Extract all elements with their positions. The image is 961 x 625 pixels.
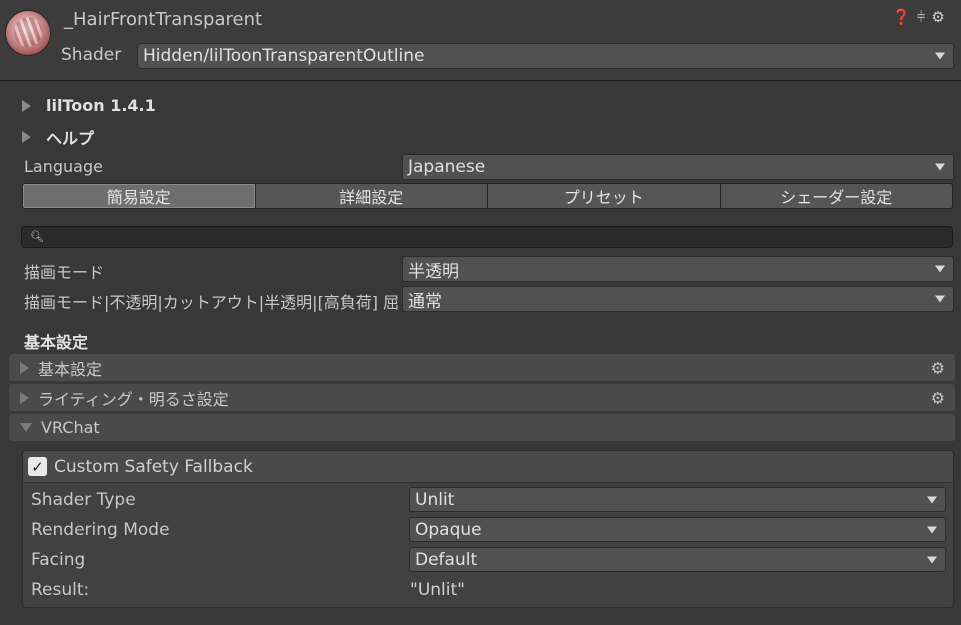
chevron-down-icon bbox=[927, 526, 937, 533]
result-label: Result: bbox=[31, 580, 90, 600]
foldout-help[interactable]: ヘルプ bbox=[22, 125, 94, 149]
shader-dropdown[interactable]: Hidden/lilToonTransparentOutline bbox=[137, 43, 954, 69]
render-mode-value: 半透明 bbox=[408, 261, 459, 282]
foldout-help-label: ヘルプ bbox=[46, 129, 95, 148]
triangle-down-icon bbox=[20, 423, 32, 432]
tab-shader-settings[interactable]: シェーダー設定 bbox=[720, 184, 952, 208]
gear-icon[interactable]: ⚙ bbox=[931, 358, 945, 377]
rendering-mode-dropdown[interactable]: Opaque bbox=[409, 517, 946, 542]
triangle-right-icon bbox=[20, 391, 29, 404]
foldout-version-label: lilToon 1.4.1 bbox=[46, 96, 156, 115]
chevron-down-icon bbox=[927, 556, 937, 563]
search-input[interactable] bbox=[21, 226, 953, 248]
tab-advanced-settings[interactable]: 詳細設定 bbox=[255, 184, 488, 208]
gear-icon[interactable]: ⚙ bbox=[931, 8, 944, 26]
section-lighting-settings-label: ライティング・明るさ設定 bbox=[38, 389, 229, 409]
shader-type-label: Shader Type bbox=[31, 490, 136, 510]
section-lighting-settings[interactable]: ライティング・明るさ設定 ⚙ bbox=[9, 384, 955, 411]
render-mode-dropdown[interactable]: 半透明 bbox=[402, 256, 954, 282]
header-icons: ❓ ⫩ ⚙ bbox=[892, 8, 945, 26]
facing-label: Facing bbox=[31, 550, 86, 570]
language-dropdown-value: Japanese bbox=[408, 157, 486, 177]
render-mode-detail-label: 描画モード|不透明|カットアウト|半透明|[高負荷] 屈 bbox=[24, 293, 400, 312]
triangle-right-icon bbox=[20, 361, 29, 374]
help-icon[interactable]: ❓ bbox=[892, 8, 911, 26]
custom-safety-fallback-checkbox[interactable]: ✓ bbox=[28, 457, 47, 476]
chevron-down-icon bbox=[935, 295, 945, 303]
rendering-mode-value: Opaque bbox=[415, 519, 482, 540]
render-mode-label: 描画モード bbox=[24, 263, 105, 282]
gear-icon[interactable]: ⚙ bbox=[931, 388, 945, 407]
tab-simple-settings[interactable]: 簡易設定 bbox=[23, 184, 256, 208]
rendering-mode-label: Rendering Mode bbox=[31, 520, 170, 540]
triangle-right-icon bbox=[22, 131, 31, 143]
shader-type-dropdown[interactable]: Unlit bbox=[409, 487, 946, 512]
language-dropdown[interactable]: Japanese bbox=[402, 154, 954, 180]
material-preview-thumbnail[interactable] bbox=[5, 10, 51, 56]
material-name: _HairFrontTransparent bbox=[64, 9, 263, 30]
render-mode-detail-dropdown[interactable]: 通常 bbox=[402, 286, 954, 312]
custom-safety-fallback-label: Custom Safety Fallback bbox=[54, 457, 253, 477]
language-label: Language bbox=[24, 157, 103, 176]
section-vrchat-label: VRChat bbox=[41, 418, 100, 437]
chevron-down-icon bbox=[927, 496, 937, 503]
check-icon: ✓ bbox=[31, 457, 44, 476]
facing-value: Default bbox=[415, 549, 478, 570]
basic-settings-heading: 基本設定 bbox=[24, 333, 89, 352]
chevron-down-icon bbox=[935, 163, 945, 171]
facing-dropdown[interactable]: Default bbox=[409, 547, 946, 572]
triangle-right-icon bbox=[22, 99, 31, 112]
render-mode-detail-value: 通常 bbox=[408, 291, 442, 312]
shader-dropdown-value: Hidden/lilToonTransparentOutline bbox=[143, 46, 425, 66]
shader-type-value: Unlit bbox=[415, 489, 455, 510]
settings-tabs: 簡易設定 詳細設定 プリセット シェーダー設定 bbox=[22, 183, 953, 209]
result-value: "Unlit" bbox=[410, 580, 465, 600]
foldout-version[interactable]: lilToon 1.4.1 bbox=[22, 96, 156, 115]
preset-sliders-icon[interactable]: ⫩ bbox=[917, 8, 926, 26]
chevron-down-icon bbox=[935, 52, 945, 60]
section-basic-settings-label: 基本設定 bbox=[38, 359, 103, 379]
search-icon: 🔍︎ bbox=[30, 230, 44, 243]
section-basic-settings[interactable]: 基本設定 ⚙ bbox=[9, 354, 955, 381]
chevron-down-icon bbox=[935, 265, 945, 273]
shader-label: Shader bbox=[61, 45, 122, 65]
tab-presets[interactable]: プリセット bbox=[488, 184, 721, 208]
section-vrchat[interactable]: VRChat bbox=[9, 414, 955, 441]
